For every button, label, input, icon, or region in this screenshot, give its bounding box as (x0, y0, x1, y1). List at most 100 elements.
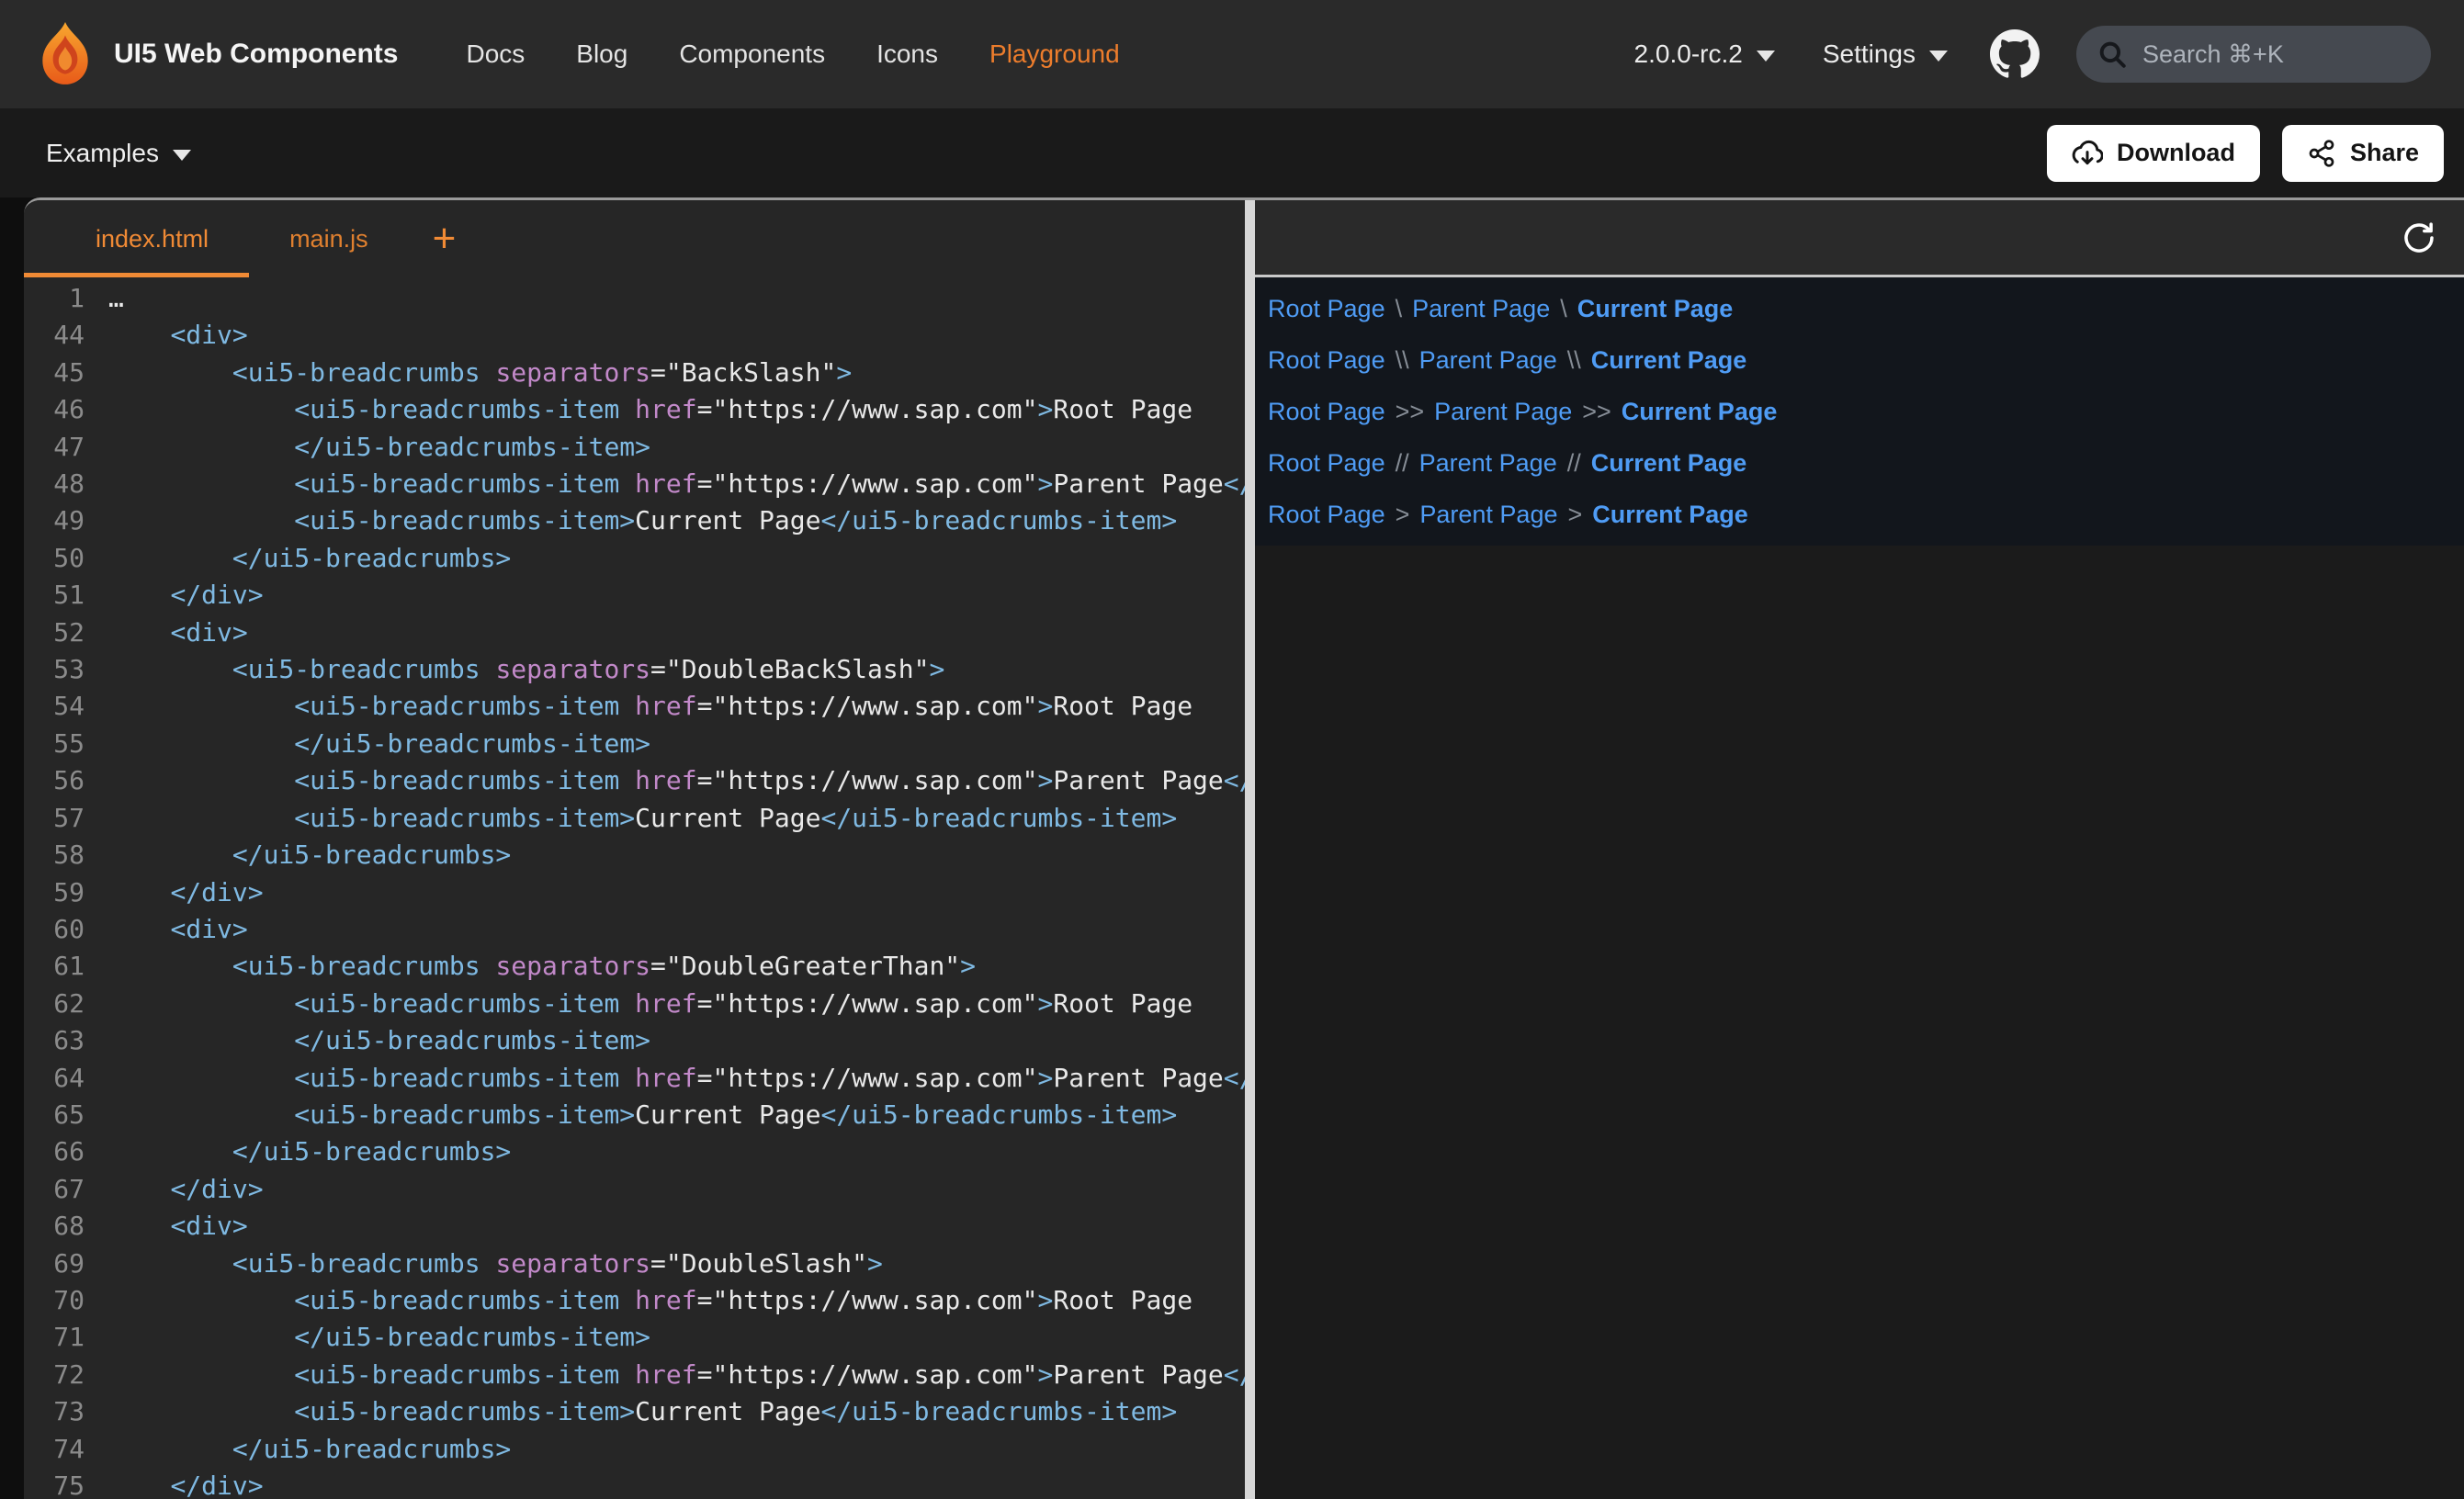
refresh-button[interactable] (2400, 219, 2438, 257)
breadcrumb-current: Current Page (1577, 295, 1734, 323)
code-line: 74 </ui5-breadcrumbs> (24, 1431, 1245, 1468)
breadcrumb-current: Current Page (1592, 501, 1748, 529)
tab-main.js[interactable]: main.js (249, 200, 409, 277)
preview-header (1255, 200, 2464, 277)
line-number: 64 (24, 1060, 108, 1097)
nav-item-components[interactable]: Components (679, 39, 825, 69)
settings-dropdown[interactable]: Settings (1823, 39, 1948, 69)
breadcrumb-link[interactable]: Root Page (1268, 449, 1385, 478)
breadcrumb-separator: // (1396, 449, 1409, 478)
nav-item-playground[interactable]: Playground (989, 39, 1120, 69)
code-editor[interactable]: index.htmlmain.js + 1…44 <div>45 <ui5-br… (24, 200, 1245, 1499)
chevron-down-icon (173, 150, 191, 161)
download-label: Download (2117, 139, 2235, 167)
breadcrumb-link[interactable]: Root Page (1268, 295, 1385, 323)
nav-item-icons[interactable]: Icons (876, 39, 938, 69)
cloud-download-icon (2072, 138, 2103, 169)
code-line: 56 <ui5-breadcrumbs-item href="https://w… (24, 762, 1245, 799)
top-navigation: UI5 Web Components Docs Blog Components Ico… (0, 0, 2464, 108)
search-icon (2097, 39, 2128, 70)
breadcrumb-separator: > (1396, 501, 1410, 529)
line-number: 59 (24, 874, 108, 911)
nav-item-blog[interactable]: Blog (576, 39, 627, 69)
code-line: 69 <ui5-breadcrumbs separators="DoubleSl… (24, 1245, 1245, 1282)
ui5-logo-icon[interactable] (35, 20, 96, 88)
breadcrumb-link[interactable]: Root Page (1268, 398, 1385, 426)
breadcrumb-separator: \\ (1396, 346, 1409, 375)
code-line: 47 </ui5-breadcrumbs-item> (24, 429, 1245, 466)
code-line: 48 <ui5-breadcrumbs-item href="https://w… (24, 466, 1245, 502)
line-number: 67 (24, 1171, 108, 1208)
code-line: 58 </ui5-breadcrumbs> (24, 837, 1245, 873)
search-input[interactable] (2142, 40, 2411, 69)
split-divider[interactable] (1245, 200, 1255, 1499)
line-number: 46 (24, 391, 108, 428)
version-dropdown[interactable]: 2.0.0-rc.2 (1634, 39, 1775, 69)
line-number: 57 (24, 800, 108, 837)
breadcrumb-link[interactable]: Parent Page (1434, 398, 1572, 426)
preview-panel: Root Page\Parent Page\Current PageRoot P… (1255, 200, 2464, 1499)
add-tab-button[interactable]: + (409, 200, 480, 277)
line-number: 51 (24, 577, 108, 614)
examples-label: Examples (46, 139, 159, 168)
line-number: 53 (24, 651, 108, 688)
breadcrumb-link[interactable]: Root Page (1268, 501, 1385, 529)
share-icon (2307, 139, 2336, 168)
nav-item-docs[interactable]: Docs (466, 39, 525, 69)
code-line: 73 <ui5-breadcrumbs-item>Current Page</u… (24, 1393, 1245, 1430)
line-number: 72 (24, 1357, 108, 1393)
code-line: 1… (24, 280, 1245, 317)
code-line: 63 </ui5-breadcrumbs-item> (24, 1022, 1245, 1059)
editor-tab-bar: index.htmlmain.js + (24, 200, 1245, 277)
code-line: 54 <ui5-breadcrumbs-item href="https://w… (24, 688, 1245, 725)
playground-container: index.htmlmain.js + 1…44 <div>45 <ui5-br… (24, 197, 2464, 1499)
breadcrumb-link[interactable]: Parent Page (1419, 449, 1557, 478)
version-label: 2.0.0-rc.2 (1634, 39, 1743, 69)
line-number: 68 (24, 1208, 108, 1245)
examples-dropdown[interactable]: Examples (46, 139, 191, 168)
breadcrumb: Root Page > Parent Page > Current Page (1268, 489, 2451, 540)
breadcrumb-separator: \ (1396, 295, 1403, 323)
preview-frame: Root Page\Parent Page\Current PageRoot P… (1255, 277, 2464, 546)
breadcrumb-separator: \ (1560, 295, 1567, 323)
main-nav: Docs Blog Components Icons Playground (414, 39, 1119, 69)
code-line: 67 </div> (24, 1171, 1245, 1208)
code-line: 51 </div> (24, 577, 1245, 614)
share-button[interactable]: Share (2282, 125, 2444, 182)
line-number: 71 (24, 1319, 108, 1356)
line-number: 47 (24, 429, 108, 466)
code-line: 72 <ui5-breadcrumbs-item href="https://w… (24, 1357, 1245, 1393)
site-title: UI5 Web Components (114, 39, 398, 70)
tab-index.html[interactable]: index.html (24, 200, 249, 277)
code-line: 70 <ui5-breadcrumbs-item href="https://w… (24, 1282, 1245, 1319)
code-line: 66 </ui5-breadcrumbs> (24, 1133, 1245, 1170)
line-number: 52 (24, 614, 108, 651)
search-box[interactable] (2076, 26, 2431, 83)
breadcrumb: Root Page//Parent Page//Current Page (1268, 437, 2451, 489)
breadcrumb-link[interactable]: Parent Page (1412, 295, 1550, 323)
refresh-icon (2400, 219, 2438, 257)
code-line: 53 <ui5-breadcrumbs separators="DoubleBa… (24, 651, 1245, 688)
code-line: 64 <ui5-breadcrumbs-item href="https://w… (24, 1060, 1245, 1097)
playground-stage: index.htmlmain.js + 1…44 <div>45 <ui5-br… (0, 197, 2464, 1499)
breadcrumb: Root Page \ Parent Page \ Current Page (1268, 283, 2451, 334)
code-line: 65 <ui5-breadcrumbs-item>Current Page</u… (24, 1097, 1245, 1133)
breadcrumb-separator: > (1567, 501, 1582, 529)
download-button[interactable]: Download (2047, 125, 2260, 182)
line-number: 60 (24, 911, 108, 948)
line-number: 58 (24, 837, 108, 873)
breadcrumb-current: Current Page (1622, 398, 1778, 426)
breadcrumb: Root Page\\Parent Page\\Current Page (1268, 334, 2451, 386)
share-label: Share (2350, 139, 2419, 167)
breadcrumb-current: Current Page (1591, 346, 1747, 375)
breadcrumb-link[interactable]: Parent Page (1419, 501, 1557, 529)
line-number: 49 (24, 502, 108, 539)
breadcrumb-link[interactable]: Root Page (1268, 346, 1385, 375)
code-line: 49 <ui5-breadcrumbs-item>Current Page</u… (24, 502, 1245, 539)
github-icon[interactable] (1990, 29, 2040, 79)
code-line: 44 <div> (24, 317, 1245, 354)
breadcrumb-link[interactable]: Parent Page (1419, 346, 1557, 375)
code-area[interactable]: 1…44 <div>45 <ui5-breadcrumbs separators… (24, 277, 1245, 1499)
playground-toolbar: Examples Download Share (0, 108, 2464, 197)
line-number: 1 (24, 280, 108, 317)
